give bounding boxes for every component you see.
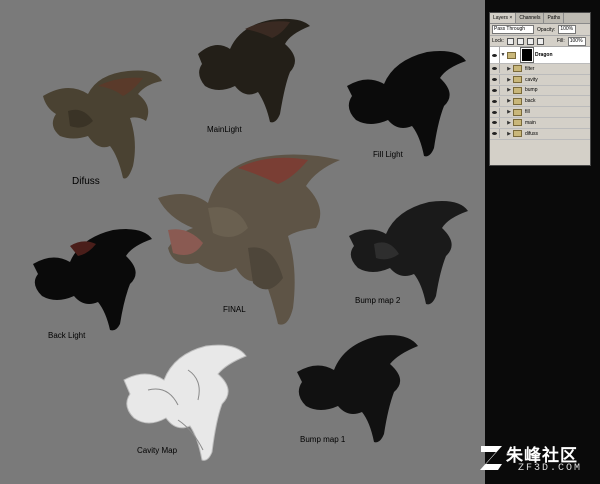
layer-row[interactable]: ▶ cavity	[490, 75, 590, 86]
canvas-area: Difuss MainLight Fill Light FINAL Back L…	[0, 0, 485, 484]
visibility-eye-icon[interactable]	[490, 96, 500, 106]
layer-name: bump	[525, 87, 538, 94]
visibility-eye-icon[interactable]	[490, 64, 500, 74]
watermark-sub: ZF3D.COM	[518, 463, 583, 474]
layer-name: difuss	[525, 130, 539, 137]
difuss-render	[38, 66, 166, 184]
lock-label: Lock:	[492, 38, 504, 44]
cavity-map-label: Cavity Map	[137, 446, 178, 455]
fill-label: Fill:	[556, 38, 565, 44]
expand-arrow-icon[interactable]: ▶	[506, 120, 512, 126]
tab-paths[interactable]: Paths	[544, 13, 565, 23]
layer-row[interactable]: ▶ main	[490, 118, 590, 129]
visibility-eye-icon[interactable]	[490, 129, 500, 139]
tab-channels[interactable]: Channels	[516, 13, 545, 23]
bump-map-2-render	[344, 196, 472, 308]
layer-row[interactable]: ▶ fill	[490, 107, 590, 118]
layer-name: Dragon	[535, 52, 553, 58]
expand-arrow-icon[interactable]: ▶	[506, 66, 512, 72]
folder-icon	[513, 97, 522, 105]
difuss-label: Difuss	[72, 176, 100, 187]
lock-transparency-icon[interactable]	[506, 37, 514, 45]
bump-map-1-label: Bump map 1	[300, 435, 346, 444]
visibility-eye-icon[interactable]	[490, 107, 500, 117]
layer-name: cavity	[525, 76, 538, 83]
visibility-eye-icon[interactable]	[490, 118, 500, 128]
opacity-label: Opacity:	[537, 26, 556, 33]
expand-arrow-icon[interactable]: ▶	[506, 98, 512, 104]
back-light-render	[28, 224, 156, 334]
mainlight-label: MainLight	[207, 125, 242, 134]
blend-mode-select[interactable]: Pass Through	[492, 25, 534, 34]
layer-row[interactable]: ▶ back	[490, 96, 590, 108]
layer-name: main	[525, 119, 536, 126]
lock-all-icon[interactable]	[536, 37, 544, 45]
folder-icon	[513, 130, 522, 138]
layer-row[interactable]: ▶ difuss	[490, 129, 590, 140]
final-label: FINAL	[223, 305, 246, 314]
lock-move-icon[interactable]	[526, 37, 534, 45]
zf3d-logo-icon	[480, 446, 502, 470]
expand-arrow-icon[interactable]: ▼	[500, 52, 506, 58]
layer-name: back	[525, 98, 536, 105]
watermark: 朱峰社区 ZF3D.COM	[478, 440, 596, 480]
fill-light-render	[342, 46, 470, 160]
lock-row: Lock: Fill: 100%	[490, 36, 590, 47]
expand-arrow-icon[interactable]: ▶	[506, 77, 512, 83]
folder-icon	[507, 51, 516, 59]
back-light-label: Back Light	[48, 331, 86, 340]
layers-panel: Layers × Channels Paths Pass Through Opa…	[489, 12, 591, 166]
folder-icon	[513, 119, 522, 127]
fill-input[interactable]: 100%	[567, 36, 586, 46]
mainlight-render	[190, 14, 314, 126]
expand-arrow-icon[interactable]: ▶	[506, 87, 512, 93]
panel-tabs: Layers × Channels Paths	[490, 13, 590, 24]
expand-arrow-icon[interactable]: ▶	[506, 131, 512, 137]
layer-name: fill	[525, 109, 530, 116]
folder-icon	[513, 76, 522, 84]
visibility-eye-icon[interactable]	[490, 47, 500, 63]
layer-thumbnail	[520, 47, 534, 63]
lock-brush-icon[interactable]	[516, 37, 524, 45]
bump-map-1-render	[292, 330, 422, 446]
final-render	[148, 148, 348, 332]
folder-icon	[513, 65, 522, 73]
expand-arrow-icon[interactable]: ▶	[506, 109, 512, 115]
fill-light-label: Fill Light	[373, 150, 403, 159]
layer-row[interactable]: ▶ bump	[490, 85, 590, 97]
layer-row[interactable]: ▶ filter	[490, 64, 590, 75]
visibility-eye-icon[interactable]	[490, 85, 500, 95]
blend-options-row: Pass Through Opacity: 100%	[490, 24, 590, 36]
folder-icon	[513, 108, 522, 116]
opacity-input[interactable]: 100%	[558, 25, 577, 34]
visibility-eye-icon[interactable]	[490, 75, 500, 85]
layer-name: filter	[525, 65, 535, 72]
folder-icon	[513, 86, 522, 94]
bump-map-2-label: Bump map 2	[355, 296, 401, 305]
layer-group-dragon[interactable]: ▼ Dragon	[490, 47, 590, 64]
tab-layers[interactable]: Layers ×	[490, 13, 517, 23]
